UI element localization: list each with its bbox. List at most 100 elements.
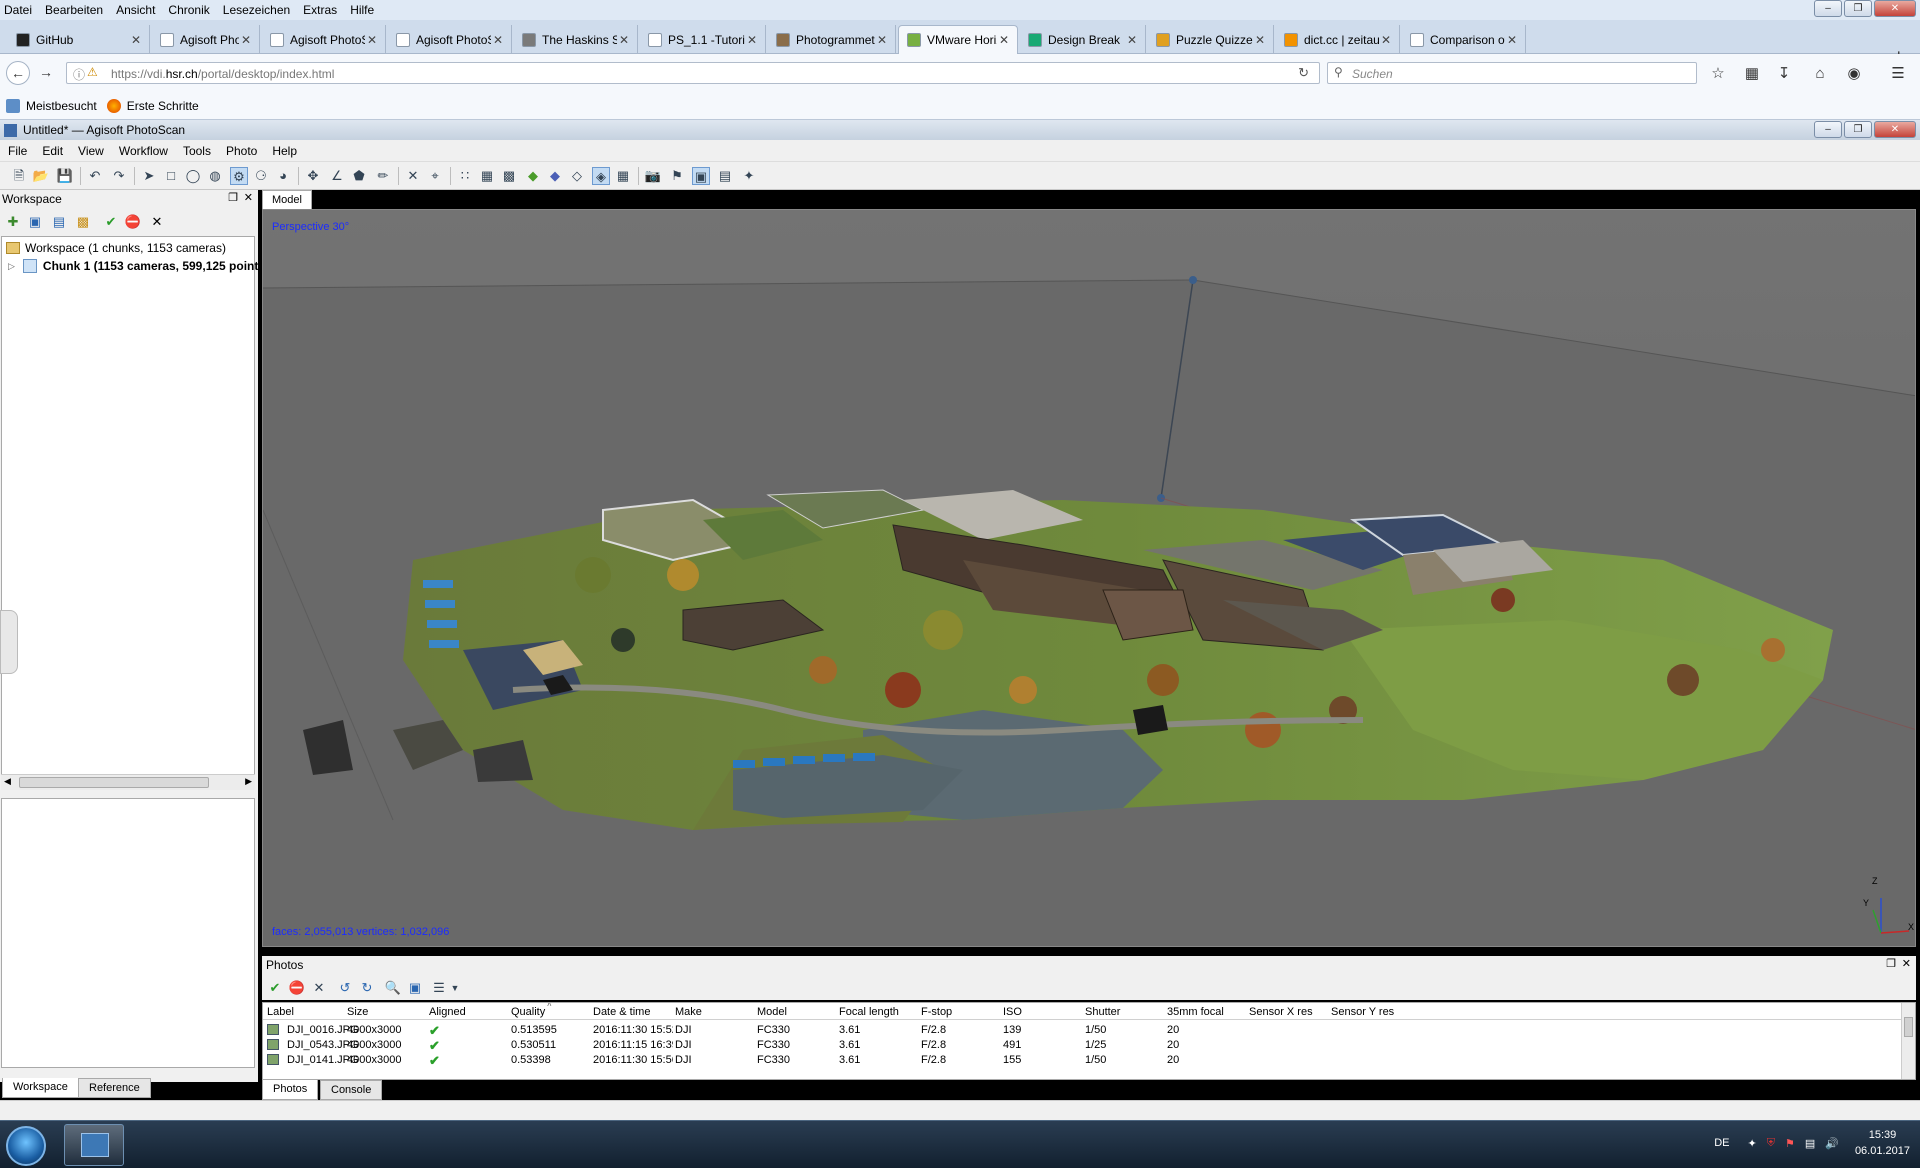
photos-vscroll[interactable]: [1901, 1003, 1915, 1079]
add-markers-icon[interactable]: ▩: [74, 213, 92, 231]
photos-close-icon[interactable]: ✕: [1902, 957, 1911, 970]
tab-close-icon[interactable]: ✕: [365, 33, 379, 47]
table-row[interactable]: DJI_0141.JPG 4000x3000 ✔ 0.53398 2016:11:30 …: [263, 1053, 1903, 1068]
tab-console[interactable]: Console: [320, 1080, 383, 1100]
column-header[interactable]: Model: [757, 1006, 837, 1018]
lock-warning-icon[interactable]: ⚠: [87, 65, 98, 79]
column-header[interactable]: Date & time: [593, 1006, 673, 1018]
search-bar[interactable]: ⚲ Suchen: [1327, 62, 1697, 84]
bookmark-meistbesucht[interactable]: Meistbesucht: [6, 98, 97, 113]
browser-tab[interactable]: PS_1.1 -Tutorial (IL) ...✕: [640, 25, 766, 54]
url-bar[interactable]: ⓘ ⚠ https://vdi.hsr.ch/portal/desktop/in…: [66, 62, 1320, 84]
clock[interactable]: 15:39 06.01.2017: [1855, 1127, 1910, 1159]
column-header[interactable]: Sensor Y res: [1331, 1006, 1411, 1018]
tree-chunk[interactable]: ▷ Chunk 1 (1153 cameras, 599,125 point: [8, 259, 258, 273]
show-cameras-icon[interactable]: 📷: [644, 167, 662, 185]
menu-edit[interactable]: Edit: [42, 144, 63, 158]
tiled-model-icon[interactable]: ▦: [614, 167, 632, 185]
tab-close-icon[interactable]: ✕: [1125, 33, 1139, 47]
scroll-right-icon[interactable]: ▶: [245, 776, 252, 787]
photos-disable-icon[interactable]: ⛔: [288, 979, 306, 997]
language-indicator[interactable]: DE: [1714, 1137, 1729, 1149]
info-icon[interactable]: ⓘ: [73, 66, 85, 83]
delete-selection-icon[interactable]: ✕: [404, 167, 422, 185]
column-header[interactable]: F-stop: [921, 1006, 1001, 1018]
rotate-right-icon[interactable]: ↻: [358, 979, 376, 997]
crop-selection-icon[interactable]: ⌖: [426, 167, 444, 185]
tab-reference[interactable]: Reference: [78, 1078, 151, 1098]
tab-close-icon[interactable]: ✕: [491, 33, 505, 47]
filter-icon[interactable]: ▣: [406, 979, 424, 997]
column-header[interactable]: 35mm focal: [1167, 1006, 1247, 1018]
enable-icon[interactable]: ✔: [102, 213, 120, 231]
reset-filter-icon[interactable]: 🔍: [384, 979, 402, 997]
save-icon[interactable]: 💾: [56, 167, 74, 185]
column-header[interactable]: Shutter: [1085, 1006, 1165, 1018]
add-photos-icon[interactable]: ▣: [26, 213, 44, 231]
browser-tab[interactable]: Agisoft PhotoScan - ...✕: [262, 25, 386, 54]
menu-extras[interactable]: Extras: [303, 3, 337, 17]
solid-icon[interactable]: ◆: [546, 167, 564, 185]
maximize-button[interactable]: ❐: [1844, 0, 1872, 17]
new-icon[interactable]: 🗎: [10, 167, 28, 185]
column-header[interactable]: Label: [267, 1006, 347, 1018]
menu-ansicht[interactable]: Ansicht: [116, 3, 155, 17]
show-trackball-icon[interactable]: ▤: [716, 167, 734, 185]
rectangle-selection-icon[interactable]: □: [162, 167, 180, 185]
menu-workflow[interactable]: Workflow: [119, 144, 168, 158]
photos-remove-icon[interactable]: ✕: [310, 979, 328, 997]
home-icon[interactable]: ⌂: [1810, 64, 1830, 84]
browser-tab[interactable]: Agisoft PhotoScan U...✕: [152, 25, 260, 54]
tree-root[interactable]: Workspace (1 chunks, 1153 cameras): [6, 241, 226, 255]
float-panel-icon[interactable]: ❐: [228, 191, 238, 204]
textured-icon[interactable]: ◈: [592, 167, 610, 185]
ruler-icon[interactable]: ∠: [328, 167, 346, 185]
bookmark-erste-schritte[interactable]: Erste Schritte: [106, 98, 199, 113]
menu-chronik[interactable]: Chronik: [168, 3, 209, 17]
browser-tab[interactable]: dict.cc | zeitauf...✕: [1276, 25, 1400, 54]
column-header[interactable]: Sensor X res: [1249, 1006, 1329, 1018]
column-header[interactable]: Focal length: [839, 1006, 919, 1018]
browser-tab[interactable]: Puzzle Quizzes a...✕: [1148, 25, 1274, 54]
show-markers-icon[interactable]: ⚑: [668, 167, 686, 185]
column-header[interactable]: Size: [347, 1006, 427, 1018]
expand-arrow-icon[interactable]: ▷: [8, 261, 15, 272]
table-row[interactable]: DJI_0016.JPG 4000x3000 ✔ 0.513595 2016:11:30…: [263, 1023, 1903, 1038]
bookmark-star-icon[interactable]: ☆: [1708, 64, 1728, 84]
tab-close-icon[interactable]: ✕: [239, 33, 253, 47]
photos-vscroll-thumb[interactable]: [1904, 1017, 1913, 1037]
close-button[interactable]: ✕: [1874, 0, 1916, 17]
browser-tab[interactable]: Agisoft PhotoScan U...✕: [388, 25, 512, 54]
start-button[interactable]: [6, 1126, 46, 1166]
tray-dropbox-icon[interactable]: ✦: [1747, 1137, 1756, 1150]
close-panel-icon[interactable]: ✕: [244, 191, 253, 204]
ps-minimize-button[interactable]: –: [1814, 121, 1842, 138]
move-region-icon[interactable]: ⚙: [230, 167, 248, 185]
resize-region-icon[interactable]: ⚆: [252, 167, 270, 185]
menu-tools[interactable]: Tools: [183, 144, 211, 158]
table-row[interactable]: DJI_0543.JPG 4000x3000 ✔ 0.530511 2016:11:15…: [263, 1038, 1903, 1053]
open-icon[interactable]: 📂: [32, 167, 50, 185]
tab-workspace[interactable]: Workspace: [2, 1078, 79, 1098]
add-folder-icon[interactable]: ▤: [50, 213, 68, 231]
rotate-region-icon[interactable]: ◕: [274, 167, 292, 185]
tab-close-icon[interactable]: ✕: [875, 33, 889, 47]
tab-close-icon[interactable]: ✕: [745, 33, 759, 47]
hamburger-menu-icon[interactable]: ☰: [1888, 64, 1908, 84]
ps-close-button[interactable]: ✕: [1874, 121, 1916, 138]
add-chunk-icon[interactable]: ✚: [4, 213, 22, 231]
browser-tab[interactable]: The Haskins Soc...✕: [514, 25, 638, 54]
workspace-scrollbar[interactable]: ◀ ▶: [1, 774, 255, 790]
tab-photos[interactable]: Photos: [262, 1080, 319, 1100]
menu-file[interactable]: File: [8, 144, 27, 158]
undo-icon[interactable]: ↶: [86, 167, 104, 185]
scroll-thumb[interactable]: [19, 777, 209, 788]
menu-hilfe[interactable]: Hilfe: [350, 3, 374, 17]
tab-close-icon[interactable]: ✕: [617, 33, 631, 47]
column-header[interactable]: Aligned: [429, 1006, 509, 1018]
tab-close-icon[interactable]: ✕: [1253, 33, 1267, 47]
menu-datei[interactable]: Datei: [4, 3, 32, 17]
measure-icon[interactable]: ✏: [374, 167, 392, 185]
tray-network-icon[interactable]: ▤: [1805, 1137, 1815, 1150]
browser-tab[interactable]: Design Break ✕: [1020, 25, 1146, 54]
